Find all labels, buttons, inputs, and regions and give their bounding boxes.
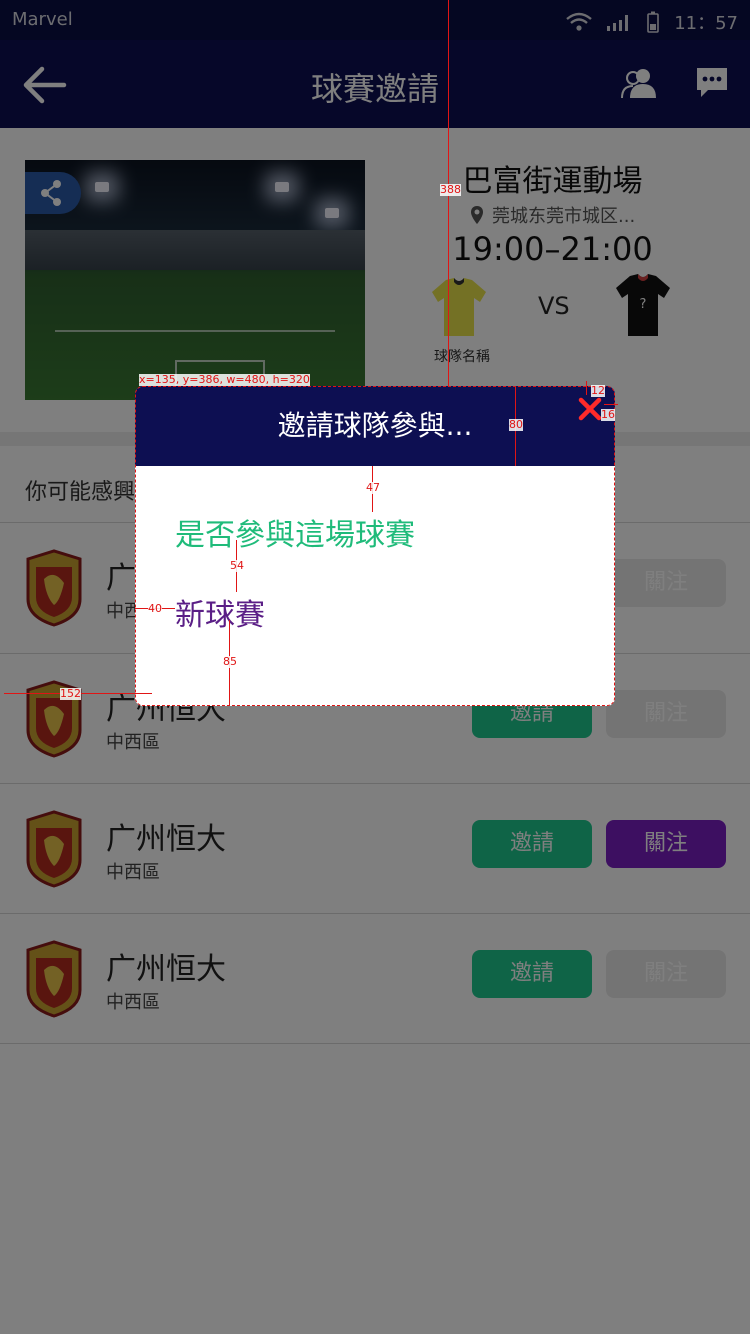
spec-label: 40 bbox=[148, 602, 162, 615]
spec-label: 47 bbox=[366, 481, 380, 494]
spec-label: 80 bbox=[509, 418, 523, 431]
spec-guide bbox=[604, 404, 618, 405]
spec-label: 388 bbox=[440, 183, 461, 196]
spec-label: 54 bbox=[230, 559, 244, 572]
spec-label: 16 bbox=[601, 408, 615, 421]
spec-outline bbox=[135, 386, 615, 706]
spec-guide bbox=[586, 381, 587, 395]
spec-label: 12 bbox=[591, 384, 605, 397]
spec-label: 85 bbox=[223, 655, 237, 668]
spec-label: x=135, y=386, w=480, h=320 bbox=[139, 373, 310, 386]
spec-label: 152 bbox=[60, 687, 81, 700]
